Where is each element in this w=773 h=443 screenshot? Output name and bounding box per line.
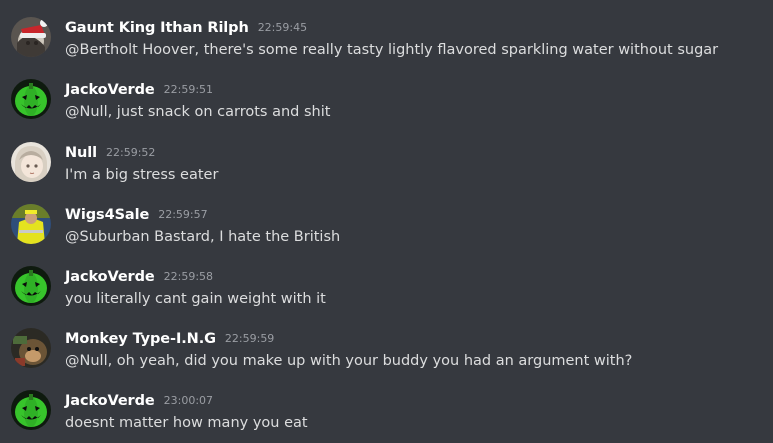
timestamp: 23:00:07: [163, 394, 214, 407]
santa-hat-avatar[interactable]: [11, 17, 51, 57]
author-name[interactable]: Wigs4Sale: [65, 207, 149, 223]
author-name[interactable]: Null: [65, 145, 97, 161]
author-name[interactable]: JackoVerde: [65, 269, 155, 285]
timestamp: 22:59:59: [224, 332, 275, 345]
author-name[interactable]: Monkey Type-I.N.G: [65, 331, 216, 347]
message-content: @Null, just snack on carrots and shit: [65, 104, 331, 120]
message-content: @Suburban Bastard, I hate the British: [65, 229, 341, 245]
author-name[interactable]: JackoVerde: [65, 393, 155, 409]
timestamp: 22:59:52: [106, 146, 156, 159]
timestamp: 22:59:58: [163, 270, 214, 283]
timestamp: 22:59:45: [257, 21, 308, 34]
message-header: Monkey Type-I.N.G 22:59:59: [65, 329, 274, 348]
timestamp: 22:59:57: [158, 208, 208, 221]
message-item: Gaunt King Ithan Rilph 22:59:45 @Bertholt…: [0, 17, 773, 79]
monkey-avatar[interactable]: [11, 328, 51, 368]
message-content: I'm a big stress eater: [65, 167, 219, 183]
message-header: JackoVerde 22:59:51: [65, 80, 213, 99]
green-pumpkin-avatar[interactable]: [11, 79, 51, 119]
message-content: @Bertholt Hoover, there's some really ta…: [65, 42, 719, 58]
yellow-vest-avatar[interactable]: [11, 204, 51, 244]
message-content: you literally cant gain weight with it: [65, 291, 326, 307]
message-header: Wigs4Sale 22:59:57: [65, 205, 208, 224]
author-name[interactable]: Gaunt King Ithan Rilph: [65, 20, 249, 36]
message-header: JackoVerde 23:00:07: [65, 391, 213, 410]
message-item: JackoVerde 23:00:07 doesnt matter how man…: [0, 390, 773, 443]
timestamp: 22:59:51: [163, 83, 214, 96]
chat-message-list: Gaunt King Ithan Rilph 22:59:45 @Bertholt…: [0, 0, 773, 443]
message-item: Wigs4Sale 22:59:57 @Suburban Bastard, I h…: [0, 204, 773, 266]
message-header: JackoVerde 22:59:58: [65, 267, 213, 286]
green-pumpkin-avatar[interactable]: [11, 390, 51, 430]
message-item: Null 22:59:52 I'm a big stress eater: [0, 142, 773, 204]
author-name[interactable]: JackoVerde: [65, 82, 155, 98]
message-item: Monkey Type-I.N.G 22:59:59 @Null, oh yeah…: [0, 328, 773, 390]
message-header: Null 22:59:52: [65, 143, 155, 162]
anime-avatar[interactable]: [11, 142, 51, 182]
green-pumpkin-avatar[interactable]: [11, 266, 51, 306]
message-content: doesnt matter how many you eat: [65, 415, 308, 431]
message-item: JackoVerde 22:59:51 @Null, just snack on …: [0, 79, 773, 141]
message-header: Gaunt King Ithan Rilph 22:59:45: [65, 18, 307, 37]
message-item: JackoVerde 22:59:58 you literally cant ga…: [0, 266, 773, 328]
message-content: @Null, oh yeah, did you make up with you…: [65, 353, 633, 369]
